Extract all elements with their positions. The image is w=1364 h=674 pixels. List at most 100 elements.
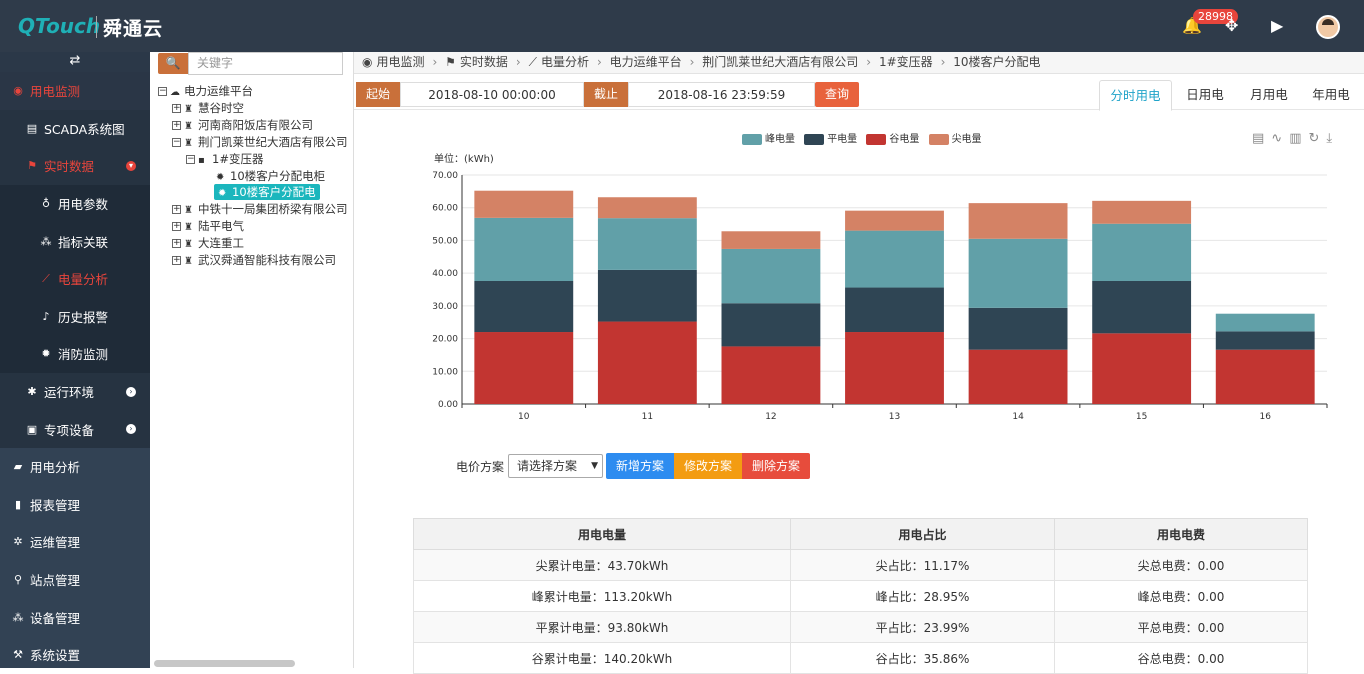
breadcrumb-separator: ›: [516, 55, 521, 69]
table-cell: 谷总电费：0.00: [1055, 643, 1308, 674]
tree-node-selected[interactable]: ✹10楼客户分配电: [214, 184, 320, 200]
breadcrumb-item[interactable]: 电量分析: [541, 55, 589, 69]
bar-segment: [1092, 281, 1191, 333]
fullscreen-icon[interactable]: ✥: [1225, 16, 1238, 35]
bar-segment: [969, 350, 1068, 404]
y-axis-unit-label: 单位：(kWh): [434, 152, 494, 165]
sidebar-item-scada[interactable]: ▤SCADA系统图: [0, 110, 150, 148]
bar-segment: [1216, 331, 1315, 349]
x-tick-label: 12: [765, 412, 776, 422]
bar-segment: [969, 239, 1068, 308]
tree-node-company[interactable]: −♜荆门凯莱世纪大酒店有限公司: [172, 134, 348, 150]
breadcrumb-separator: ›: [941, 55, 946, 69]
tower-icon: ♜: [184, 237, 195, 253]
expand-icon[interactable]: +: [172, 104, 181, 113]
tree-node-label: 武汉舜通智能科技有限公司: [198, 253, 336, 267]
bar-segment: [598, 218, 697, 270]
expand-icon[interactable]: +: [172, 121, 181, 130]
sidebar-item-label: 历史报警: [58, 307, 108, 326]
plan-select[interactable]: 请选择方案: [508, 454, 603, 478]
tree-node-platform[interactable]: −☁电力运维平台: [158, 83, 253, 99]
plan-label: 电价方案: [456, 458, 504, 475]
collapse-icon[interactable]: −: [158, 87, 167, 96]
avatar[interactable]: [1316, 15, 1340, 39]
bar-segment: [722, 303, 821, 346]
sidebar-item-history-alarm[interactable]: ♪历史报警: [0, 298, 150, 336]
sidebar-item-realtime-data[interactable]: ⚑实时数据▾: [0, 147, 150, 185]
table-cell: 平累计电量：93.80kWh: [414, 612, 791, 643]
breadcrumb-item[interactable]: 实时数据: [460, 55, 508, 69]
sidebar-item-environment[interactable]: ✱运行环境›: [0, 373, 150, 411]
breadcrumb-item[interactable]: 1#变压器: [879, 55, 933, 69]
collapse-icon[interactable]: −: [172, 138, 181, 147]
x-tick-label: 10: [518, 412, 530, 422]
sidebar: ⇄ ◉用电监测 ▤SCADA系统图 ⚑实时数据▾ ♁用电参数 ⁂指标关联 ⟋电量…: [0, 52, 150, 668]
tree-node-company[interactable]: +♜河南商阳饭店有限公司: [172, 117, 313, 133]
table-cell: 谷占比：35.86%: [791, 643, 1055, 674]
bar-segment: [474, 218, 573, 281]
table-cell: 峰累计电量：113.20kWh: [414, 581, 791, 612]
tree-node-company[interactable]: +♜武汉舜通智能科技有限公司: [172, 252, 336, 268]
end-date-input[interactable]: 2018-08-16 23:59:59: [628, 82, 815, 107]
breadcrumb-item[interactable]: 10楼客户分配电: [953, 55, 1040, 69]
edit-plan-button[interactable]: 修改方案: [674, 453, 742, 479]
add-plan-button[interactable]: 新增方案: [606, 453, 674, 479]
sidebar-item-sites[interactable]: ⚲站点管理: [0, 561, 150, 599]
delete-plan-button[interactable]: 删除方案: [742, 453, 810, 479]
chevron-right-icon: ›: [126, 424, 136, 434]
tree-node-label: 荆门凯莱世纪大酒店有限公司: [198, 135, 348, 149]
collapse-icon[interactable]: −: [186, 155, 195, 164]
bar-segment: [598, 270, 697, 322]
query-bar: 起始 2018-08-10 00:00:00 截止 2018-08-16 23:…: [354, 80, 1364, 110]
tree-node-label: 电力运维平台: [184, 84, 253, 98]
breadcrumb-item[interactable]: 荆门凯莱世纪大酒店有限公司: [702, 55, 858, 69]
breadcrumb: ◉用电监测› ⚑实时数据› ⟋电量分析› 电力运维平台› 荆门凯莱世纪大酒店有限…: [354, 52, 1364, 74]
device-icon: ▣: [24, 423, 40, 436]
tab-daily[interactable]: 日用电: [1172, 80, 1238, 110]
breadcrumb-item[interactable]: 用电监测: [376, 55, 424, 69]
breadcrumb-item[interactable]: 电力运维平台: [610, 55, 682, 69]
sidebar-item-ops[interactable]: ✲运维管理: [0, 523, 150, 561]
expand-icon[interactable]: +: [172, 222, 181, 231]
bar-segment: [845, 288, 944, 332]
eye-icon: ◉: [362, 55, 372, 69]
start-date-input[interactable]: 2018-08-10 00:00:00: [400, 82, 584, 107]
sidebar-item-power-analysis[interactable]: ▰用电分析: [0, 448, 150, 486]
tree-node-transformer[interactable]: −▪1#变压器: [186, 151, 263, 167]
bar-segment: [1092, 224, 1191, 281]
sidebar-item-energy-analysis[interactable]: ⟋电量分析: [0, 260, 150, 298]
sidebar-toggle-icon[interactable]: ⇄: [0, 52, 150, 72]
sidebar-item-power-monitor[interactable]: ◉用电监测: [0, 72, 150, 110]
tab-hourly[interactable]: 分时用电: [1099, 80, 1172, 111]
search-input[interactable]: 关键字: [188, 52, 343, 75]
sidebar-item-special-device[interactable]: ▣专项设备›: [0, 410, 150, 448]
expand-icon[interactable]: +: [172, 256, 181, 265]
play-icon[interactable]: ▶: [1271, 16, 1283, 35]
tree-node-company[interactable]: +♜慧谷时空: [172, 100, 244, 116]
query-button[interactable]: 查询: [815, 82, 859, 107]
end-label: 截止: [584, 82, 628, 107]
sidebar-item-power-params[interactable]: ♁用电参数: [0, 185, 150, 223]
search-icon[interactable]: 🔍: [158, 53, 188, 74]
bar-segment: [969, 308, 1068, 350]
tab-yearly[interactable]: 年用电: [1300, 80, 1362, 110]
sidebar-item-devices[interactable]: ⁂设备管理: [0, 598, 150, 636]
tree-node-company[interactable]: +♜大连重工: [172, 235, 244, 251]
x-tick-label: 16: [1259, 412, 1271, 422]
monitor-icon: ▤: [24, 122, 40, 135]
tree-scrollbar[interactable]: [154, 660, 295, 667]
sidebar-item-fire-monitor[interactable]: ✹消防监测: [0, 335, 150, 373]
tree-node-cabinet[interactable]: ✹10楼客户分配电柜: [216, 168, 325, 184]
expand-icon[interactable]: +: [172, 239, 181, 248]
sitemap-icon: ⁂: [38, 235, 54, 248]
sidebar-item-index-link[interactable]: ⁂指标关联: [0, 222, 150, 260]
tree-node-company[interactable]: +♜中铁十一局集团桥梁有限公司: [172, 201, 348, 217]
column-header: 用电占比: [791, 519, 1055, 550]
expand-icon[interactable]: +: [172, 205, 181, 214]
tree-node-label: 1#变压器: [212, 152, 263, 166]
y-tick-label: 10.00: [432, 367, 458, 377]
column-header: 用电电费: [1055, 519, 1308, 550]
sidebar-item-reports[interactable]: ▮报表管理: [0, 486, 150, 524]
tree-node-company[interactable]: +♜陆平电气: [172, 218, 244, 234]
tab-monthly[interactable]: 月用电: [1238, 80, 1300, 110]
